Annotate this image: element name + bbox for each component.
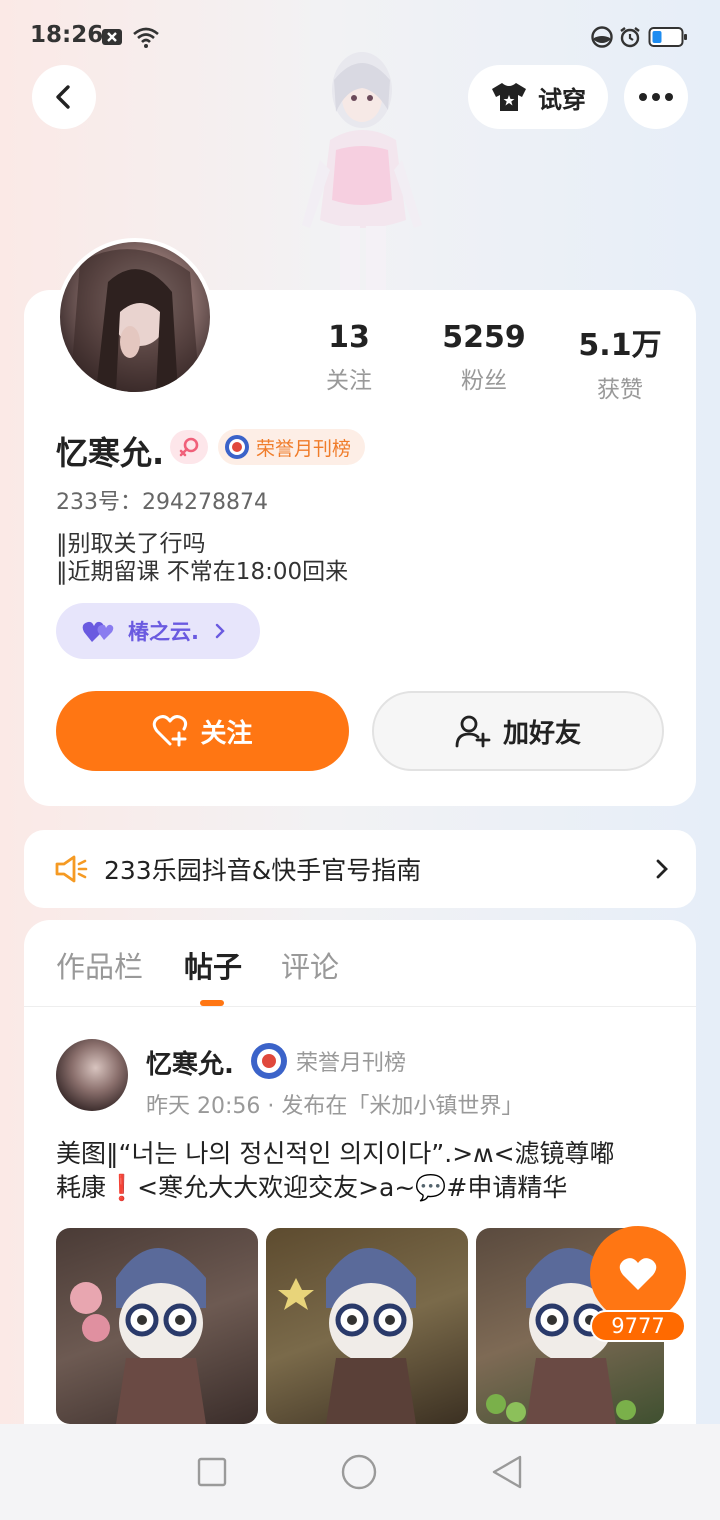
recent-apps-icon[interactable] — [196, 1456, 228, 1488]
wifi-icon — [133, 27, 159, 48]
vpn-icon — [591, 26, 613, 48]
add-friend-button[interactable]: 加好友 — [372, 691, 664, 771]
chevron-right-icon — [215, 623, 225, 639]
tshirt-icon — [492, 83, 526, 111]
system-navigation-bar — [0, 1424, 720, 1520]
tab-posts[interactable]: 帖子 — [184, 944, 242, 986]
stat-following-value: 13 — [328, 320, 370, 355]
follow-label: 关注 — [200, 718, 253, 749]
add-user-icon — [455, 715, 491, 748]
double-heart-icon — [82, 621, 114, 642]
honor-badge-label: 荣誉月刊榜 — [256, 437, 352, 460]
stat-likes-label: 获赞 — [597, 377, 643, 403]
try-on-button[interactable]: 试穿 — [468, 65, 608, 129]
notice-text: 233乐园抖音&快手官号指南 — [104, 856, 422, 885]
honor-medal-icon — [251, 1043, 287, 1079]
post-text[interactable]: 美图‖“너는 나의 정신적인 의지이다”.>ʍ<滤镜尊嘟 耗康❗<寒允大大欢迎交… — [56, 1137, 666, 1205]
try-on-label: 试穿 — [538, 85, 586, 114]
post-image-1[interactable] — [56, 1228, 258, 1424]
notification-x-icon — [102, 29, 122, 45]
post-text-line-1: 美图‖“너는 나의 정신적인 의지이다”.>ʍ<滤镜尊嘟 — [56, 1139, 615, 1168]
tab-works[interactable]: 作品栏 — [56, 944, 143, 986]
gender-badge — [170, 430, 208, 464]
back-button[interactable] — [32, 65, 96, 129]
back-nav-icon[interactable] — [490, 1454, 524, 1490]
stat-following[interactable]: 13 关注 — [279, 320, 419, 395]
chevron-left-icon — [56, 85, 70, 109]
honor-badge[interactable]: 荣誉月刊榜 — [218, 429, 366, 465]
heart-icon — [619, 1258, 657, 1290]
like-button[interactable] — [590, 1226, 686, 1322]
post-honor-badge: 荣誉月刊榜 — [250, 1042, 406, 1080]
tab-comments[interactable]: 评论 — [281, 944, 339, 986]
more-button[interactable] — [624, 65, 688, 129]
alarm-icon — [620, 27, 640, 48]
character-illustration — [70, 1248, 206, 1424]
bio: ‖别取关了行吗 ‖近期留课 不常在18:00回来 — [56, 530, 348, 586]
stat-followers[interactable]: 5259 粉丝 — [414, 320, 554, 395]
post-author-avatar[interactable] — [56, 1039, 128, 1111]
status-time: 18:26 — [30, 22, 104, 48]
like-count: 9777 — [590, 1310, 686, 1342]
more-dots-icon — [639, 93, 673, 101]
honor-medal-icon — [225, 435, 249, 459]
megaphone-icon — [55, 855, 88, 883]
user-avatar[interactable] — [56, 238, 214, 396]
post-author-name[interactable]: 忆寒允. — [146, 1044, 234, 1081]
bio-line-2: ‖近期留课 不常在18:00回来 — [56, 559, 349, 585]
chevron-right-icon — [656, 859, 668, 879]
add-friend-label: 加好友 — [502, 718, 581, 749]
cp-tag-label: 椿之云. — [128, 620, 199, 644]
post-text-line-2: 耗康❗<寒允大大欢迎交友>a~💬#申请精华 — [56, 1173, 568, 1202]
bio-line-1: ‖别取关了行吗 — [56, 531, 206, 557]
user-id[interactable]: 233号：294278874 — [56, 484, 268, 516]
heart-plus-icon — [153, 715, 188, 747]
character-illustration — [278, 1248, 416, 1424]
cp-tag[interactable]: 椿之云. — [56, 603, 260, 659]
notice-banner[interactable]: 233乐园抖音&快手官号指南 — [24, 830, 696, 908]
stat-likes[interactable]: 5.1万 获赞 — [550, 320, 690, 404]
female-icon — [179, 437, 199, 457]
post-honor-label: 荣誉月刊榜 — [296, 1051, 407, 1076]
stat-followers-value: 5259 — [442, 320, 526, 355]
battery-icon — [648, 27, 687, 47]
home-icon[interactable] — [340, 1453, 378, 1491]
nickname: 忆寒允. — [56, 434, 165, 472]
post-meta: 昨天 20:56 · 发布在「米加小镇世界」 — [146, 1094, 524, 1119]
stat-following-label: 关注 — [326, 368, 372, 394]
avatar-photo — [70, 249, 200, 392]
tabs-divider — [24, 1006, 696, 1007]
follow-button[interactable]: 关注 — [56, 691, 349, 771]
post-image-2[interactable] — [266, 1228, 468, 1424]
stat-likes-value: 5.1万 — [578, 328, 662, 363]
dressup-avatar-figure[interactable] — [284, 50, 436, 290]
stat-followers-label: 粉丝 — [461, 368, 507, 394]
